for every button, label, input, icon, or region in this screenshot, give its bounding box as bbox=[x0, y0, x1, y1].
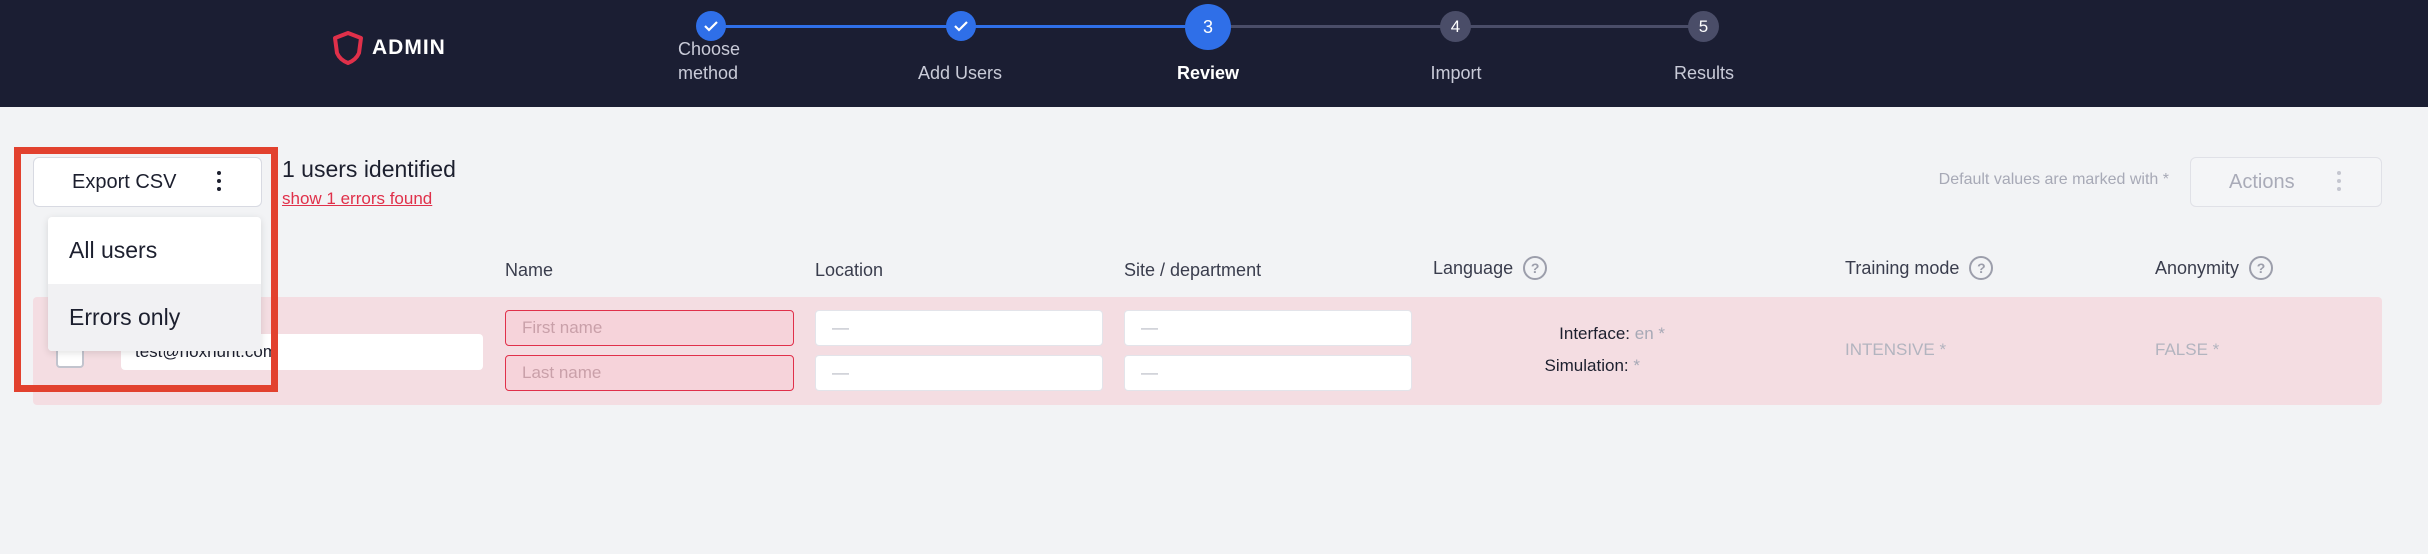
column-anonymity: Anonymity ? bbox=[2155, 256, 2274, 280]
step-3-label: Review bbox=[1176, 63, 1240, 83]
help-icon[interactable]: ? bbox=[1969, 256, 1994, 280]
column-language: Language ? bbox=[1433, 256, 1548, 280]
step-1-label-line1: Choose bbox=[678, 39, 741, 59]
column-anonymity-label: Anonymity bbox=[2155, 257, 2240, 278]
step-5-circle[interactable]: 5 bbox=[1688, 11, 1719, 42]
step-1-label: Choose method bbox=[678, 37, 740, 85]
step-2-label: Add Users bbox=[917, 63, 1003, 83]
import-stepper: 3 4 5 Choose method Add Users Review Imp… bbox=[0, 0, 2428, 107]
interface-value: en * bbox=[1634, 324, 1665, 343]
step-1-label-line2: method bbox=[678, 63, 739, 83]
last-name-input[interactable]: Last name bbox=[505, 355, 794, 391]
training-mode-value[interactable]: INTENSIVE * bbox=[1845, 340, 1946, 360]
column-name-label: Name bbox=[505, 260, 554, 280]
anonymity-value[interactable]: FALSE * bbox=[2155, 340, 2219, 360]
highlight-box bbox=[14, 147, 278, 392]
step-2-check-icon[interactable] bbox=[946, 11, 976, 41]
simulation-label: Simulation: bbox=[1544, 356, 1629, 375]
location-input[interactable]: — bbox=[815, 310, 1103, 346]
show-errors-link[interactable]: show 1 errors found bbox=[282, 189, 432, 209]
location-secondary-input[interactable]: — bbox=[815, 355, 1103, 391]
interface-language[interactable]: Interface: en * bbox=[1365, 324, 1665, 344]
kebab-icon bbox=[2337, 171, 2341, 191]
actions-button[interactable]: Actions bbox=[2190, 157, 2382, 207]
column-location-label: Location bbox=[815, 260, 884, 280]
simulation-language[interactable]: Simulation: * bbox=[1340, 356, 1640, 376]
simulation-value: * bbox=[1633, 356, 1640, 375]
column-language-label: Language bbox=[1433, 257, 1514, 278]
first-name-input[interactable]: First name bbox=[505, 310, 794, 346]
actions-label: Actions bbox=[2229, 170, 2295, 193]
step-4-circle[interactable]: 4 bbox=[1440, 11, 1471, 42]
step-3-circle[interactable]: 3 bbox=[1185, 4, 1231, 50]
step-4-number: 4 bbox=[1450, 16, 1461, 36]
help-icon[interactable]: ? bbox=[1523, 256, 1548, 280]
step-5-label: Results bbox=[1673, 63, 1735, 83]
column-training: Training mode ? bbox=[1845, 256, 1994, 280]
column-location: Location bbox=[815, 260, 883, 281]
column-name: Name bbox=[505, 260, 553, 281]
users-identified-title: 1 users identified bbox=[282, 156, 456, 182]
column-site: Site / department bbox=[1124, 260, 1261, 281]
step-5-number: 5 bbox=[1698, 16, 1709, 36]
column-training-label: Training mode bbox=[1845, 257, 1960, 278]
step-3-number: 3 bbox=[1202, 16, 1213, 37]
step-4-label: Import bbox=[1430, 63, 1482, 83]
interface-label: Interface: bbox=[1559, 324, 1631, 343]
column-site-label: Site / department bbox=[1124, 260, 1262, 280]
help-icon[interactable]: ? bbox=[2249, 256, 2274, 280]
defaults-note: Default values are marked with * bbox=[1938, 171, 2169, 188]
top-header: ADMIN 3 4 5 Choose method Add Users Revi… bbox=[0, 0, 2428, 107]
